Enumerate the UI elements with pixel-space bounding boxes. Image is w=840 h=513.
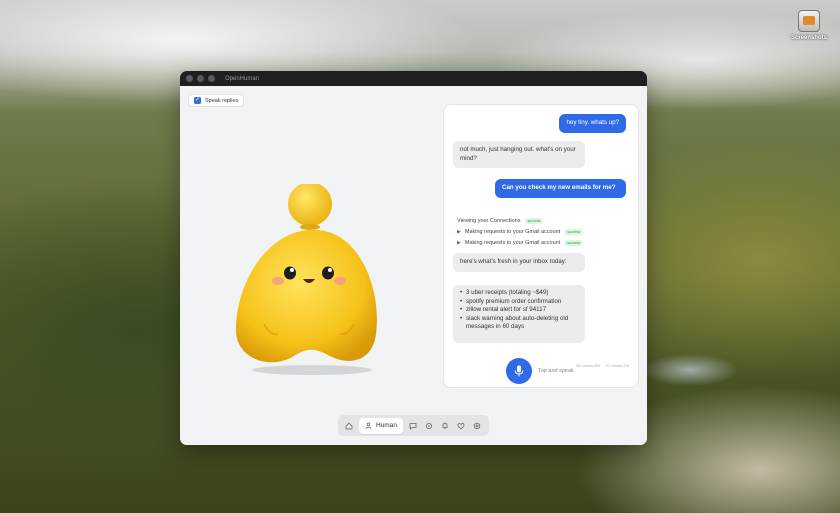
- chat-panel: hey tiny. whats up? not much, just hangi…: [443, 104, 639, 388]
- maximize-window-button[interactable]: [208, 75, 215, 82]
- tap-and-speak-label: Tap and speak: [538, 368, 574, 374]
- nav-chat-button[interactable]: [405, 418, 421, 433]
- assistant-message: here's what's fresh in your inbox today:: [453, 253, 585, 272]
- speak-replies-toggle[interactable]: ✓ Speak replies: [188, 94, 245, 107]
- nav-settings-button[interactable]: [469, 418, 485, 433]
- home-icon: [345, 422, 353, 429]
- app-window: OpenHuman ✓ Speak replies hey tiny. what…: [180, 71, 647, 445]
- heart-icon: [457, 422, 465, 430]
- nav-home-button[interactable]: [341, 418, 357, 433]
- list-item: zillow rental alert for sf 94117: [460, 306, 578, 315]
- mascot-avatar: [236, 184, 377, 375]
- user-message: Can you check my new emails for me?: [495, 179, 626, 198]
- status-badge: success: [564, 229, 584, 235]
- desktop-icon-screenshots[interactable]: Screenshots: [788, 10, 830, 41]
- close-window-button[interactable]: [186, 75, 193, 82]
- nav-favorites-button[interactable]: [453, 418, 469, 433]
- minimize-window-button[interactable]: [197, 75, 204, 82]
- chevron-right-icon: ▶: [457, 240, 461, 246]
- nav-notifications-button[interactable]: [437, 418, 453, 433]
- status-badge: success: [524, 218, 544, 224]
- settings-icon: [473, 422, 481, 429]
- list-item: spotify premium order confirmation: [460, 298, 578, 307]
- skills-icon: [425, 422, 432, 429]
- chevron-right-icon: ▶: [457, 229, 461, 235]
- bottom-nav: Human: [338, 415, 489, 436]
- assistant-message-list: 3 uber receipts (totaling ~$49) spotify …: [453, 285, 585, 343]
- tool-call-item[interactable]: ▶ Making requests to your Gmail account …: [457, 240, 584, 246]
- main-content: ✓ Speak replies hey tiny. whats up? not …: [180, 86, 647, 445]
- folder-icon: [798, 10, 820, 32]
- nav-skills-button[interactable]: [421, 418, 437, 433]
- tool-call-item[interactable]: ▶ Making requests to your Gmail account …: [457, 229, 584, 235]
- list-item: slack warning about auto-deleting old me…: [460, 315, 578, 332]
- tool-call-header[interactable]: Viewing your Connections success: [457, 218, 544, 224]
- window-title: OpenHuman: [225, 75, 260, 82]
- titlebar: OpenHuman: [180, 71, 647, 86]
- user-message: hey tiny. whats up?: [559, 114, 626, 133]
- status-badge: success: [564, 240, 584, 246]
- microphone-icon: [514, 365, 524, 377]
- assistant-message: not much, just hanging out. what's on yo…: [453, 141, 585, 168]
- checkbox-checked-icon[interactable]: ✓: [194, 97, 201, 104]
- list-item: 3 uber receipts (totaling ~$49): [460, 289, 578, 298]
- microphone-button[interactable]: [506, 358, 532, 384]
- nav-human-button[interactable]: Human: [359, 417, 403, 434]
- person-icon: [365, 422, 372, 429]
- chat-icon: [409, 422, 417, 430]
- nav-human-label: Human: [376, 422, 397, 429]
- bell-icon: [442, 422, 448, 429]
- voice-stats: 94 voices 8% 70 voices 0%: [576, 363, 629, 368]
- speak-replies-label: Speak replies: [205, 97, 239, 104]
- desktop-icon-label: Screenshots: [790, 35, 827, 41]
